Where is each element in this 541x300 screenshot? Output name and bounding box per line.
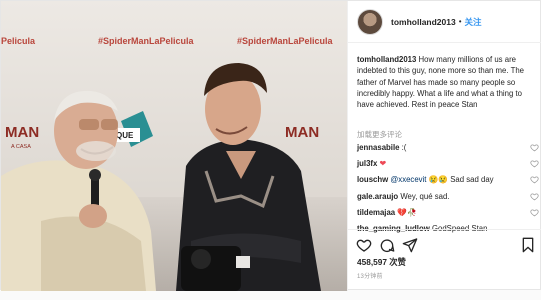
comment-username[interactable]: tildemajaa — [357, 208, 395, 217]
post-photo[interactable]: Pelicula #SpiderManLaPelicula #SpiderMan… — [1, 1, 347, 291]
load-more-comments[interactable]: 加载更多评论 — [357, 129, 402, 140]
banner-left: MAN — [5, 124, 39, 141]
instagram-post: Pelicula #SpiderManLaPelicula #SpiderMan… — [0, 0, 541, 291]
comment-username[interactable]: jul3fx — [357, 159, 377, 168]
heart-icon[interactable] — [530, 143, 539, 152]
camera-tag — [236, 256, 250, 268]
microphone-head — [89, 169, 101, 181]
glasses-left — [79, 119, 99, 130]
comment-username[interactable]: jennasabile — [357, 143, 399, 152]
follow-button[interactable]: 关注 — [465, 16, 482, 28]
likes-count[interactable]: 458,597 次赞 — [357, 256, 406, 268]
mustache — [76, 141, 116, 161]
comment-text: :( — [401, 143, 407, 152]
comment-username[interactable]: louschw — [357, 175, 388, 184]
banner-right: MAN — [285, 124, 319, 141]
action-bar — [348, 229, 541, 257]
banner-left-sub: A CASA — [11, 144, 31, 150]
comment-text: Wey, qué sad. — [398, 191, 450, 201]
comments-list: jennasabile :( jul3fx ❤ louschw @xxecevi… — [357, 142, 539, 239]
heart-icon[interactable] — [530, 159, 539, 168]
hashtag-middle: #SpiderManLaPelicula — [98, 36, 195, 46]
share-icon[interactable] — [402, 237, 418, 253]
hashtag-cut: Pelicula — [1, 36, 36, 46]
header-separator: • — [458, 17, 462, 26]
comment-item: tildemajaa 💔🥀 — [357, 207, 539, 223]
comment-text: 😢😢 Sad sad day — [426, 175, 494, 185]
comment-text: ❤ — [379, 159, 387, 169]
comment-icon[interactable] — [379, 237, 395, 253]
comment-item: louschw @xxecevit 😢😢 Sad sad day — [357, 174, 539, 190]
older-man-hand — [79, 204, 107, 228]
camera-lens — [191, 249, 211, 269]
comment-text: 💔🥀 — [395, 207, 417, 217]
hashtag-right: #SpiderManLaPelicula — [237, 36, 334, 46]
comment-item: jennasabile :( — [357, 142, 539, 158]
post-header: tomholland2013 • 关注 — [348, 1, 541, 43]
comment-item: jul3fx ❤ — [357, 158, 539, 174]
heart-icon[interactable] — [530, 192, 539, 201]
comment-item: gale.araujo Wey, qué sad. — [357, 191, 539, 207]
header-username[interactable]: tomholland2013 — [391, 17, 456, 27]
comment-username[interactable]: gale.araujo — [357, 192, 398, 201]
glasses-right — [101, 119, 118, 130]
heart-icon[interactable] — [530, 175, 539, 184]
post-caption: tomholland2013 How many millions of us a… — [357, 54, 537, 110]
camera-body — [181, 246, 241, 291]
photo-scene: Pelicula #SpiderManLaPelicula #SpiderMan… — [1, 1, 347, 291]
bookmark-icon[interactable] — [520, 237, 536, 253]
avatar[interactable] — [357, 8, 383, 35]
comment-mention[interactable]: @xxecevit — [390, 175, 426, 184]
post-sidebar: tomholland2013 • 关注 tomholland2013 How m… — [347, 1, 541, 291]
heart-icon[interactable] — [530, 208, 539, 217]
heart-icon[interactable] — [356, 237, 372, 253]
caption-username[interactable]: tomholland2013 — [357, 55, 416, 64]
post-timestamp[interactable]: 13分钟前 — [357, 271, 383, 280]
sign-text: QUE — [116, 131, 134, 140]
